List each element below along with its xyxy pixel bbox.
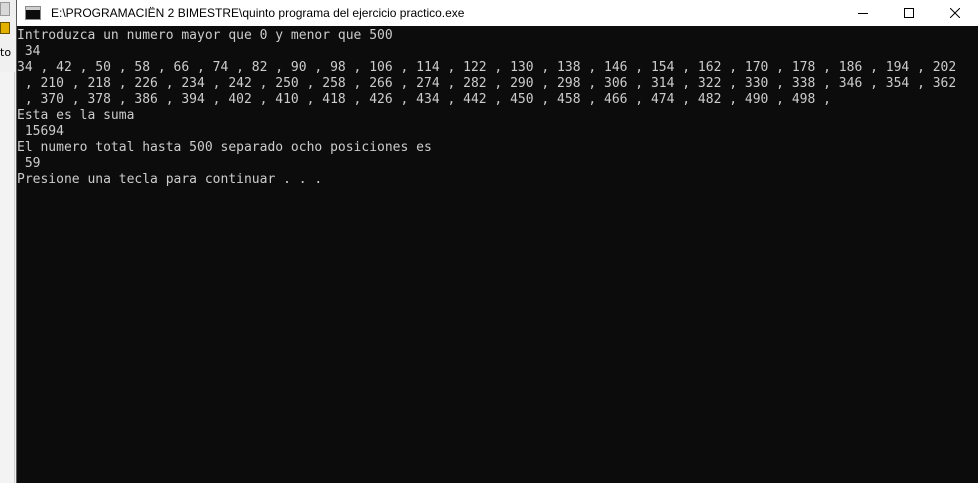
console-line-continue: Presione una tecla para continuar . . . [17, 172, 323, 187]
minimize-button[interactable] [840, 0, 886, 26]
console-line-sum-label: Esta es la suma [17, 108, 135, 123]
background-partial-label: to [0, 46, 12, 59]
maximize-icon [904, 8, 914, 18]
background-app-icon [0, 2, 10, 16]
console-line-count-label: El numero total hasta 500 separado ocho … [17, 140, 432, 155]
console-line-sequence-3: , 370 , 378 , 386 , 394 , 402 , 410 , 41… [17, 92, 831, 107]
background-window-strip: to [0, 0, 16, 483]
console-window[interactable]: E:\PROGRAMACIËN 2 BIMESTRE\quinto progra… [16, 0, 978, 483]
console-line-count-value: 59 [17, 156, 41, 171]
console-line-prompt: Introduzca un numero mayor que 0 y menor… [17, 28, 393, 43]
window-title: E:\PROGRAMACIËN 2 BIMESTRE\quinto progra… [51, 6, 465, 20]
console-line-sequence-1: 34 , 42 , 50 , 58 , 66 , 74 , 82 , 90 , … [17, 60, 957, 75]
close-icon [950, 8, 960, 18]
console-line-sequence-2: , 210 , 218 , 226 , 234 , 242 , 250 , 25… [17, 76, 957, 91]
minimize-icon [858, 13, 868, 14]
console-app-icon[interactable] [25, 6, 41, 20]
console-output[interactable]: Introduzca un numero mayor que 0 y menor… [17, 28, 978, 483]
title-bar[interactable]: E:\PROGRAMACIËN 2 BIMESTRE\quinto progra… [17, 0, 978, 26]
close-button[interactable] [932, 0, 978, 26]
background-window-edge [0, 72, 15, 483]
background-folder-icon [0, 22, 10, 34]
console-line-sum-value: 15694 [17, 124, 64, 139]
maximize-button[interactable] [886, 0, 932, 26]
console-line-input: 34 [17, 44, 41, 59]
